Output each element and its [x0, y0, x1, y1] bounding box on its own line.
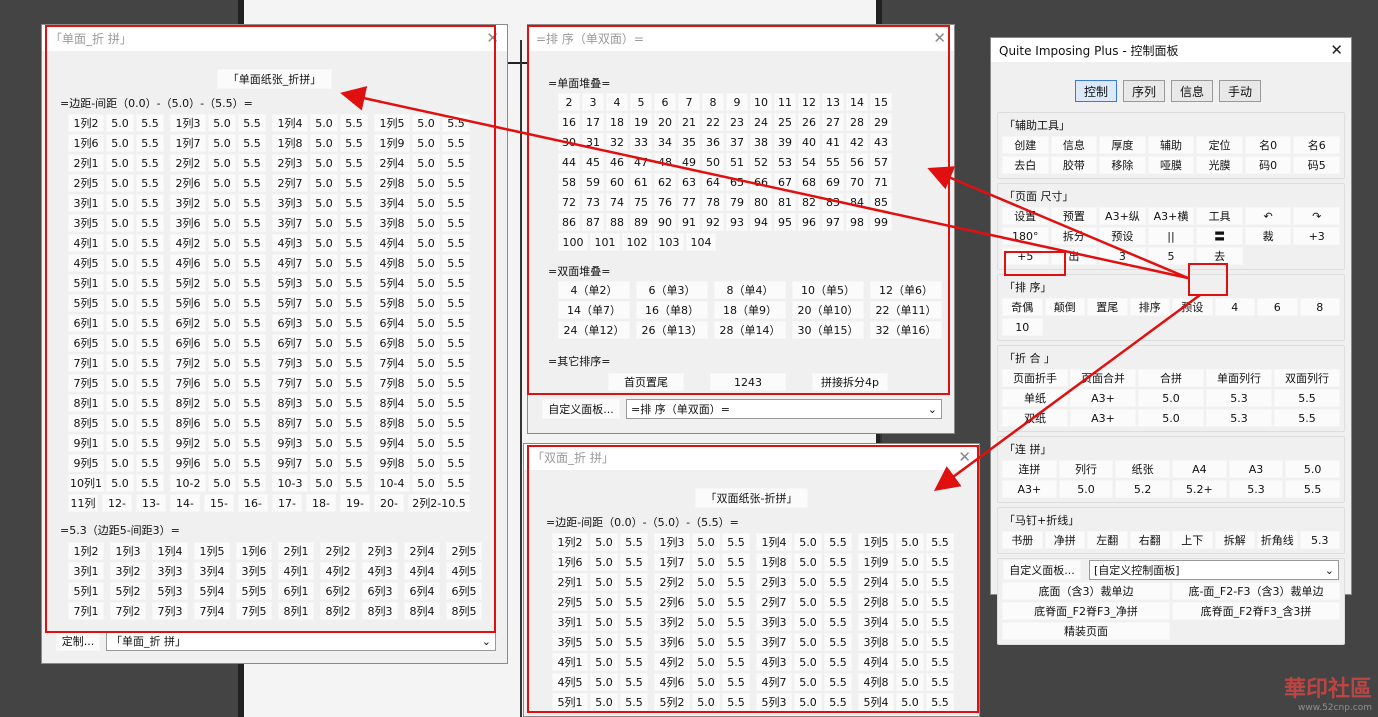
arrow-to-sort: [927, 166, 1189, 280]
watermark-text: 華印社區: [1283, 677, 1372, 702]
arrow-to-single: [340, 86, 1189, 280]
watermark: 華印社區 www.52cnp.com: [1284, 671, 1372, 713]
arrow-to-double: [933, 293, 1201, 491]
watermark-url: www.52cnp.com: [1297, 703, 1372, 713]
annotation-arrows: [340, 86, 1201, 491]
